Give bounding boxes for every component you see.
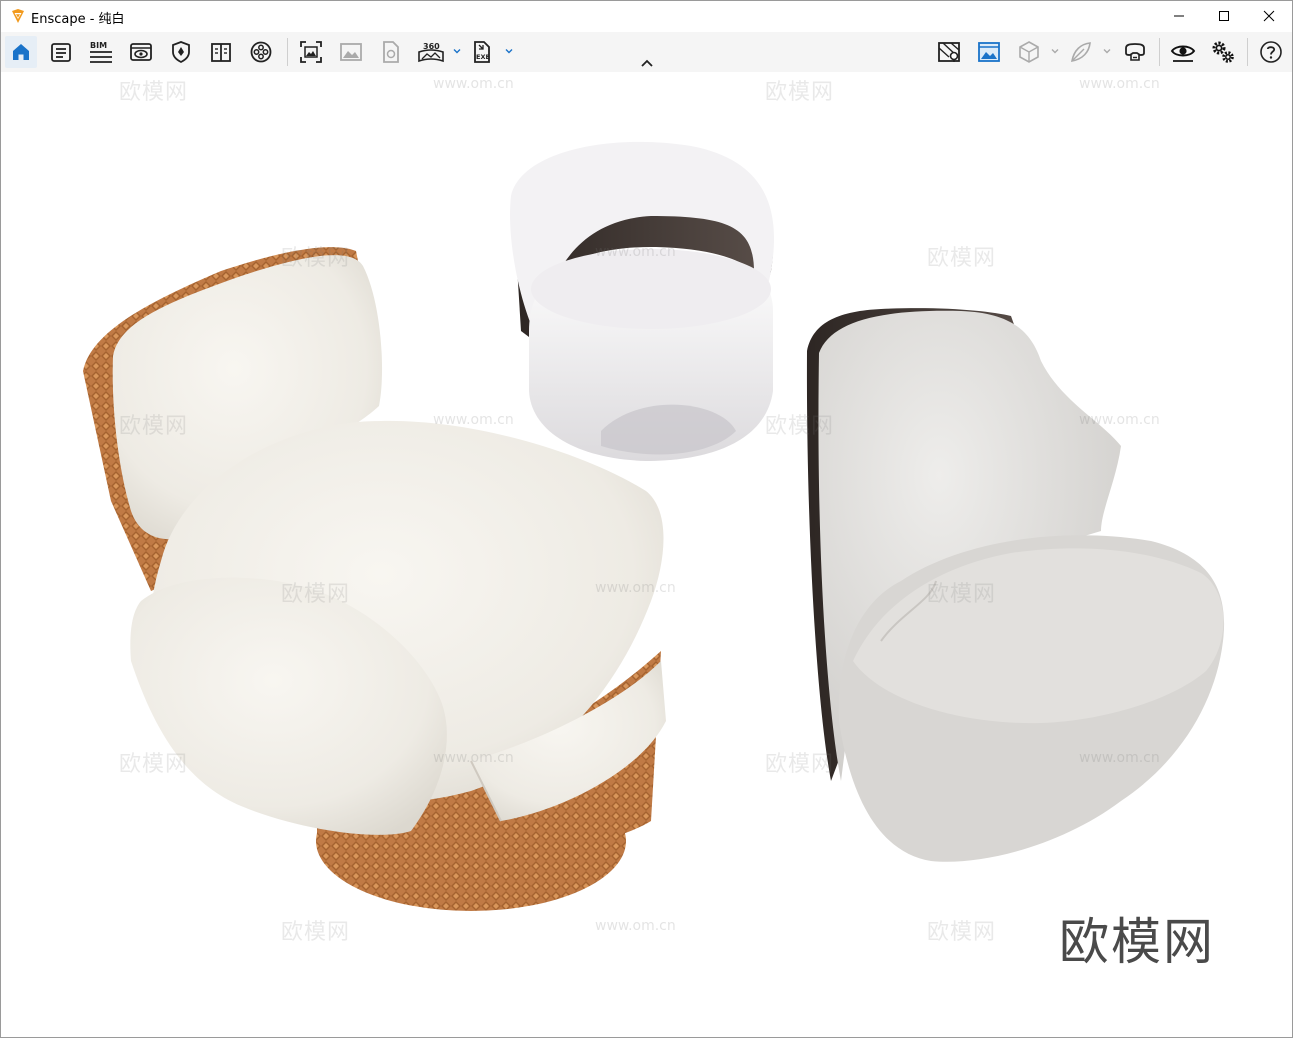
upload-button[interactable] — [375, 36, 407, 68]
exe-export-icon: EXE — [474, 41, 490, 63]
leaf-dropdown-icon[interactable] — [1102, 46, 1112, 56]
linen-swivel-chair — [806, 308, 1225, 862]
watermark-text: 欧模网 — [281, 582, 351, 607]
atlas-button[interactable] — [205, 36, 237, 68]
enscape-window: Enscape - 纯白 BIM 360 EXE 欧模网 欧模网 欧模网 欧模网… — [0, 0, 1293, 1038]
watermark-text: 欧模网 — [765, 414, 835, 439]
watermark-text: 欧模网 — [927, 246, 997, 271]
render-viewport[interactable]: 欧模网 欧模网 欧模网 欧模网 欧模网 欧模网 欧模网 欧模网 欧模网 欧模网 … — [1, 72, 1292, 1037]
landscape-view-icon — [978, 42, 1000, 62]
maximize-icon — [1219, 11, 1229, 21]
screenshot-button[interactable] — [295, 36, 327, 68]
map-icon — [938, 42, 960, 62]
watermark-url: www.om.cn — [1079, 76, 1160, 92]
exe-export-button[interactable]: EXE — [467, 36, 499, 68]
batch-render-button[interactable] — [335, 36, 367, 68]
live-view-button[interactable] — [1167, 36, 1199, 68]
watermark-url: www.om.cn — [433, 412, 514, 428]
panorama-360-icon: 360 — [418, 42, 444, 63]
eye-icon — [1170, 45, 1196, 62]
video-editor-button[interactable] — [245, 36, 277, 68]
map-button[interactable] — [933, 36, 965, 68]
watermark-url: www.om.cn — [433, 76, 514, 92]
watermark-text: 欧模网 — [765, 752, 835, 777]
shield-icon — [172, 41, 190, 64]
watermark-text: 欧模网 — [119, 80, 189, 105]
panorama-dropdown-icon[interactable] — [452, 46, 462, 56]
document-list-icon — [51, 43, 71, 62]
vr-headset-icon — [1125, 43, 1145, 61]
export-dropdown-icon[interactable] — [504, 46, 514, 56]
view-eye-icon — [130, 43, 152, 61]
close-button[interactable] — [1246, 1, 1292, 31]
screenshot-icon — [300, 41, 322, 63]
home-icon — [13, 44, 29, 60]
watermark-text: 欧模网 — [927, 920, 997, 945]
watermark-url: www.om.cn — [595, 918, 676, 934]
settings-button[interactable] — [1207, 36, 1239, 68]
title-bar: Enscape - 纯白 — [1, 1, 1292, 31]
bim-button[interactable]: BIM — [85, 36, 117, 68]
toolbar-separator — [287, 38, 288, 66]
watermark-url: www.om.cn — [1079, 750, 1160, 766]
brand-watermark: 欧模网 — [1059, 913, 1215, 971]
watermark-text: 欧模网 — [765, 80, 835, 105]
film-reel-icon — [250, 41, 272, 63]
minimize-button[interactable] — [1156, 1, 1202, 31]
tub-chair — [510, 141, 775, 461]
toolbar-separator — [1159, 38, 1160, 66]
watermark-text: 欧模网 — [119, 414, 189, 439]
watermark-url: www.om.cn — [595, 580, 676, 596]
watermark-url: www.om.cn — [433, 750, 514, 766]
bim-icon: BIM — [90, 41, 112, 63]
enscape-logo-icon — [12, 9, 24, 23]
help-icon — [1260, 41, 1282, 63]
material-editor-button[interactable] — [1065, 36, 1097, 68]
watermark-text: 欧模网 — [281, 246, 351, 271]
collapse-toolbar-icon[interactable] — [637, 57, 657, 71]
exe-label: EXE — [476, 53, 490, 61]
settings-gears-icon — [1212, 41, 1234, 63]
window-title: Enscape - 纯白 — [31, 12, 125, 27]
image-icon — [340, 43, 362, 61]
bim-label: BIM — [90, 41, 107, 50]
book-icon — [211, 43, 231, 62]
minimize-icon — [1174, 15, 1184, 17]
toolbar-separator — [1247, 38, 1248, 66]
file-render-icon — [383, 41, 399, 63]
vr-headset-button[interactable] — [1119, 36, 1151, 68]
home-button[interactable] — [5, 36, 37, 68]
watermark-text: 欧模网 — [927, 582, 997, 607]
watermark-text: 欧模网 — [119, 752, 189, 777]
views-button[interactable] — [125, 36, 157, 68]
watermark-text: 欧模网 — [281, 920, 351, 945]
asset-library-button[interactable] — [45, 36, 77, 68]
watermark-url: www.om.cn — [1079, 412, 1160, 428]
visual-settings-view-button[interactable] — [973, 36, 1005, 68]
safe-frame-button[interactable] — [165, 36, 197, 68]
help-button[interactable] — [1255, 36, 1287, 68]
cube-dropdown-icon[interactable] — [1050, 46, 1060, 56]
panorama-button[interactable]: 360 — [415, 36, 447, 68]
maximize-button[interactable] — [1201, 1, 1247, 31]
render-scene — [83, 141, 1225, 911]
leaf-icon — [1071, 42, 1091, 62]
close-icon — [1263, 10, 1275, 22]
cube-icon — [1019, 41, 1039, 63]
watermark-url: www.om.cn — [595, 244, 676, 260]
orthographic-button[interactable] — [1013, 36, 1045, 68]
